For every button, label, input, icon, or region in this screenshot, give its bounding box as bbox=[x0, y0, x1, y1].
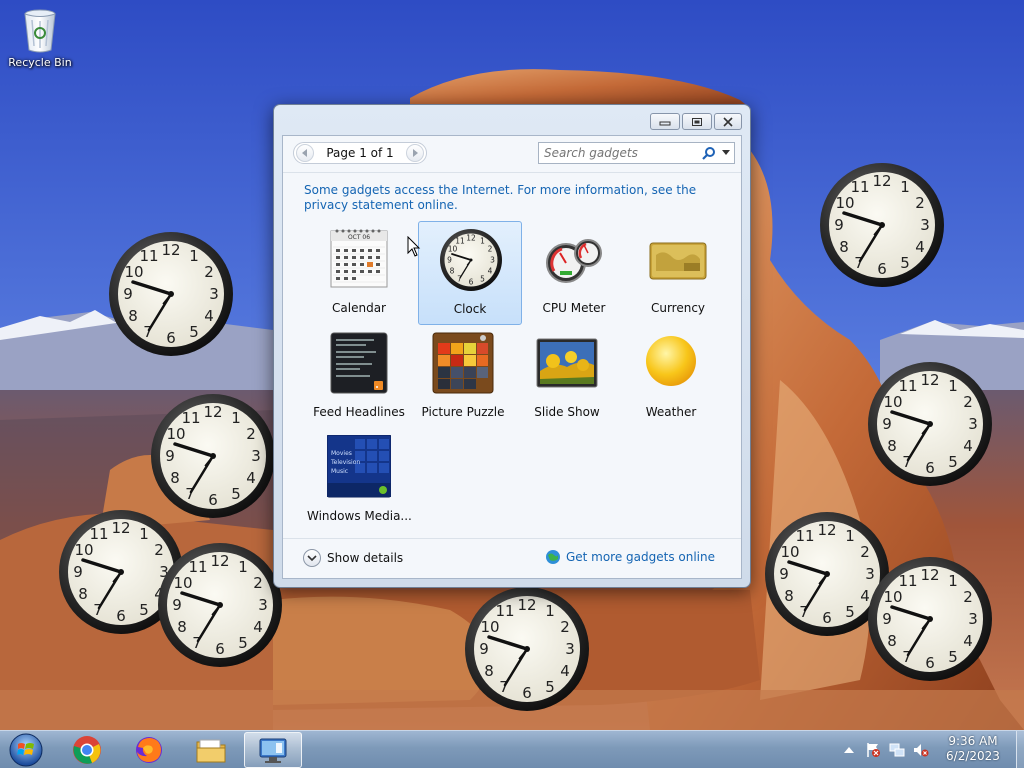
clock-gadget[interactable] bbox=[463, 585, 591, 713]
search-icon bbox=[702, 147, 715, 160]
chevron-up-icon bbox=[844, 747, 854, 753]
chevron-right-icon bbox=[413, 149, 418, 157]
taskbar-date: 6/2/2023 bbox=[946, 749, 1000, 763]
network-button[interactable] bbox=[888, 741, 906, 759]
minimize-button[interactable] bbox=[650, 113, 680, 130]
show-details-label: Show details bbox=[327, 551, 404, 565]
mouse-cursor-icon bbox=[407, 236, 421, 257]
windows-logo-icon bbox=[9, 733, 43, 767]
taskbar: 9:36 AM 6/2/2023 bbox=[0, 730, 1024, 768]
chevron-down-icon bbox=[722, 150, 730, 155]
minimize-icon bbox=[659, 121, 671, 125]
slide-show-gadget-icon bbox=[536, 338, 598, 388]
gadget-label: Calendar bbox=[332, 301, 386, 315]
calendar-gadget-icon: OCT 06 bbox=[330, 229, 388, 288]
show-hidden-icons-button[interactable] bbox=[840, 741, 858, 759]
desktop-icon-recycle-bin[interactable]: Recycle Bin bbox=[4, 6, 76, 69]
firefox-icon bbox=[136, 737, 162, 763]
gadget-item-clock[interactable]: Clock bbox=[418, 221, 522, 325]
clock-gadget[interactable] bbox=[818, 161, 946, 289]
media-line: Television bbox=[330, 459, 360, 466]
gadget-label: Picture Puzzle bbox=[421, 405, 505, 419]
page-indicator: Page 1 of 1 bbox=[326, 146, 394, 160]
gadget-label: Weather bbox=[645, 405, 697, 419]
system-tray bbox=[840, 731, 930, 768]
taskbar-clock[interactable]: 9:36 AM 6/2/2023 bbox=[930, 734, 1016, 764]
taskbar-file-explorer-button[interactable] bbox=[184, 732, 238, 768]
picture-puzzle-gadget-icon bbox=[432, 332, 494, 394]
clock-gadget[interactable] bbox=[866, 360, 994, 488]
gadget-item-calendar[interactable]: OCT 06 Calendar bbox=[307, 221, 411, 325]
windows-media-center-gadget-icon: Movies Television Music bbox=[327, 435, 391, 498]
start-button[interactable] bbox=[0, 732, 52, 768]
weather-gadget-icon bbox=[646, 336, 696, 386]
gadget-label: Currency bbox=[650, 301, 706, 315]
gadget-item-weather[interactable]: Weather bbox=[619, 325, 723, 429]
taskbar-chrome-button[interactable] bbox=[60, 732, 114, 768]
currency-gadget-icon bbox=[649, 242, 707, 280]
clock-gadget[interactable] bbox=[866, 555, 994, 683]
recycle-bin-icon bbox=[24, 9, 56, 53]
show-desktop-button[interactable] bbox=[1016, 731, 1024, 768]
calendar-month-label: OCT 06 bbox=[348, 234, 370, 241]
gadget-grid: OCT 06 Calendar Clock CPU Meter Currency… bbox=[307, 221, 727, 536]
clock-gadget[interactable] bbox=[107, 230, 235, 358]
taskbar-gadgets-button[interactable] bbox=[244, 732, 302, 768]
get-more-gadgets-label: Get more gadgets online bbox=[565, 550, 715, 564]
media-line: Music bbox=[331, 468, 348, 475]
media-line: Movies bbox=[331, 450, 352, 457]
gadget-item-slide-show[interactable]: Slide Show bbox=[515, 325, 619, 429]
show-details-button[interactable]: Show details bbox=[303, 549, 403, 567]
divider bbox=[283, 172, 741, 173]
gadgets-icon bbox=[259, 738, 287, 763]
taskbar-time: 9:36 AM bbox=[948, 734, 998, 748]
chevron-left-icon bbox=[302, 149, 307, 157]
gadget-item-windows-media-center[interactable]: Movies Television Music Windows Media... bbox=[307, 429, 412, 533]
chrome-icon bbox=[73, 736, 101, 764]
get-more-gadgets-link[interactable]: Get more gadgets online bbox=[545, 549, 715, 565]
gadget-label: CPU Meter bbox=[542, 301, 606, 315]
desktop-icon-label: Recycle Bin bbox=[8, 56, 72, 69]
window-controls bbox=[650, 113, 742, 130]
gadget-gallery-window: Page 1 of 1 Some gadgets access the Inte… bbox=[273, 104, 751, 588]
folder-icon bbox=[196, 739, 226, 763]
restore-button[interactable] bbox=[682, 113, 712, 130]
cpu-meter-gadget-icon bbox=[546, 239, 602, 283]
gadget-gallery-body: Page 1 of 1 Some gadgets access the Inte… bbox=[282, 135, 742, 579]
close-icon bbox=[723, 116, 733, 127]
page-navigator: Page 1 of 1 bbox=[293, 142, 427, 164]
gallery-footer: Show details Get more gadgets online bbox=[283, 538, 741, 578]
gadget-item-picture-puzzle[interactable]: Picture Puzzle bbox=[411, 325, 515, 429]
close-button[interactable] bbox=[714, 113, 742, 130]
gadget-item-cpu-meter[interactable]: CPU Meter bbox=[522, 221, 626, 325]
action-center-flag-icon bbox=[867, 743, 880, 757]
network-icon bbox=[889, 743, 905, 757]
clock-gadget[interactable] bbox=[149, 392, 277, 520]
search-input[interactable] bbox=[539, 146, 700, 160]
gadget-label: Windows Media... bbox=[307, 509, 412, 523]
taskbar-firefox-button[interactable] bbox=[122, 732, 176, 768]
search-dropdown-button[interactable] bbox=[718, 144, 734, 162]
previous-page-button[interactable] bbox=[296, 144, 314, 162]
feed-headlines-gadget-icon bbox=[330, 332, 388, 394]
next-page-button[interactable] bbox=[406, 144, 424, 162]
action-center-button[interactable] bbox=[864, 741, 882, 759]
gadget-item-feed-headlines[interactable]: Feed Headlines bbox=[307, 325, 411, 429]
clock-gadget-icon bbox=[439, 228, 503, 292]
gadget-item-currency[interactable]: Currency bbox=[626, 221, 730, 325]
globe-icon bbox=[545, 550, 560, 564]
volume-muted-icon bbox=[914, 744, 929, 757]
search-box bbox=[538, 142, 735, 164]
gadget-label: Feed Headlines bbox=[313, 405, 405, 419]
gadget-label: Clock bbox=[453, 302, 487, 316]
volume-button[interactable] bbox=[912, 741, 930, 759]
internet-notice-link[interactable]: Some gadgets access the Internet. For mo… bbox=[304, 183, 734, 213]
restore-icon bbox=[692, 117, 702, 126]
expand-details-icon bbox=[303, 549, 321, 567]
clock-gadget[interactable] bbox=[156, 541, 284, 669]
gadget-label: Slide Show bbox=[534, 405, 600, 419]
search-button[interactable] bbox=[700, 144, 718, 162]
